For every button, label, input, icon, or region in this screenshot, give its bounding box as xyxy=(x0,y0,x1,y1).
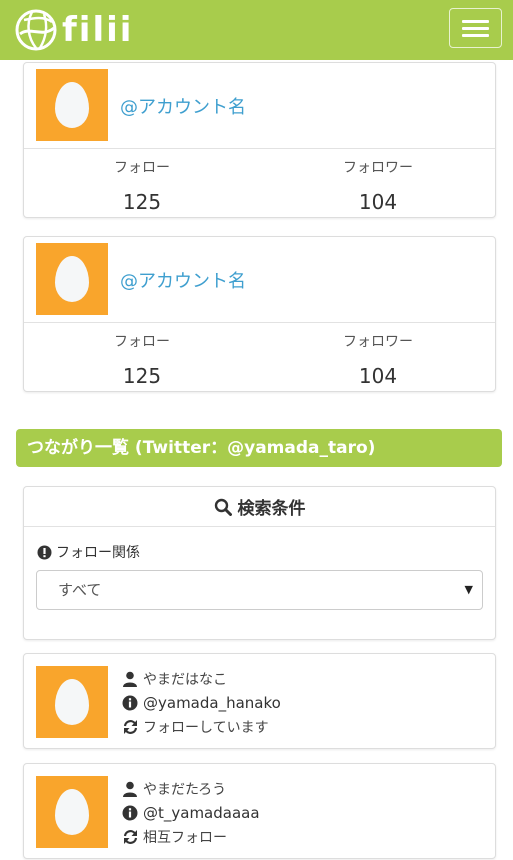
search-icon xyxy=(214,498,232,516)
filter-label: フォロー関係 xyxy=(37,542,140,562)
user-card[interactable]: やまだたろう @t_yamadaaaa 相互フォロー xyxy=(23,763,496,859)
info-circle-icon xyxy=(121,695,139,711)
egg-icon xyxy=(55,679,89,725)
search-panel-header: 検索条件 xyxy=(24,487,495,527)
user-handle: @t_yamadaaaa xyxy=(121,801,260,825)
relation-text: フォローしています xyxy=(143,720,269,736)
refresh-icon xyxy=(121,719,139,735)
search-panel-title: 検索条件 xyxy=(237,499,306,519)
follow-label: フォロー xyxy=(114,334,170,350)
follow-relation-select[interactable]: すべて ▼ xyxy=(36,570,483,610)
account-card-header: @アカウント名 xyxy=(24,237,495,323)
hamburger-icon xyxy=(462,27,489,30)
egg-icon xyxy=(55,82,89,128)
follower-stat[interactable]: フォロワー 104 xyxy=(260,157,496,214)
account-card-header: @アカウント名 xyxy=(24,63,495,149)
user-icon xyxy=(121,671,139,687)
user-icon xyxy=(121,781,139,797)
user-handle: @yamada_hanako xyxy=(121,691,281,715)
follower-label: フォロワー xyxy=(343,160,413,176)
avatar xyxy=(36,69,108,141)
egg-icon xyxy=(55,256,89,302)
user-display-name: やまだはなこ xyxy=(121,667,281,691)
user-relation: 相互フォロー xyxy=(121,825,260,849)
globe-icon xyxy=(15,9,57,51)
relation-text: 相互フォロー xyxy=(143,830,227,846)
avatar xyxy=(36,666,108,738)
follow-count: 125 xyxy=(122,190,162,214)
hamburger-icon xyxy=(462,34,489,37)
user-display-name: やまだたろう xyxy=(121,777,260,801)
refresh-icon xyxy=(121,829,139,845)
display-name-text: やまだはなこ xyxy=(143,672,227,688)
menu-toggle-button[interactable] xyxy=(449,8,502,48)
follow-count: 125 xyxy=(122,364,162,388)
exclamation-circle-icon xyxy=(37,545,52,560)
follower-label: フォロワー xyxy=(343,334,413,350)
user-card[interactable]: やまだはなこ @yamada_hanako フォローしています xyxy=(23,653,496,749)
follower-count: 104 xyxy=(358,364,398,388)
follow-stat[interactable]: フォロー 125 xyxy=(24,331,260,388)
logo-text: filii xyxy=(62,10,134,50)
handle-text: @t_yamadaaaa xyxy=(143,804,260,822)
follow-label: フォロー xyxy=(114,160,170,176)
avatar xyxy=(36,776,108,848)
hamburger-icon xyxy=(462,20,489,23)
caret-down-icon: ▼ xyxy=(464,583,473,596)
select-value: すべて xyxy=(58,581,102,599)
connections-section-title: つながり一覧 (Twitter：@yamada_taro) xyxy=(16,429,502,467)
search-panel: 検索条件 フォロー関係 すべて ▼ xyxy=(23,486,496,640)
egg-icon xyxy=(55,789,89,835)
follower-count: 104 xyxy=(358,190,398,214)
account-name-link[interactable]: @アカウント名 xyxy=(120,93,246,119)
display-name-text: やまだたろう xyxy=(143,782,227,798)
user-info: やまだたろう @t_yamadaaaa 相互フォロー xyxy=(121,777,260,849)
top-navbar: filii xyxy=(0,0,513,60)
user-info: やまだはなこ @yamada_hanako フォローしています xyxy=(121,667,281,739)
info-circle-icon xyxy=(121,805,139,821)
avatar xyxy=(36,243,108,315)
user-relation: フォローしています xyxy=(121,715,281,739)
handle-text: @yamada_hanako xyxy=(143,694,281,712)
filter-label-text: フォロー関係 xyxy=(56,545,140,561)
logo[interactable]: filii xyxy=(14,8,133,52)
account-name-link[interactable]: @アカウント名 xyxy=(120,267,246,293)
follow-stat[interactable]: フォロー 125 xyxy=(24,157,260,214)
follower-stat[interactable]: フォロワー 104 xyxy=(260,331,496,388)
account-card: @アカウント名 フォロー 125 フォロワー 104 xyxy=(23,236,496,392)
account-card: @アカウント名 フォロー 125 フォロワー 104 xyxy=(23,62,496,218)
